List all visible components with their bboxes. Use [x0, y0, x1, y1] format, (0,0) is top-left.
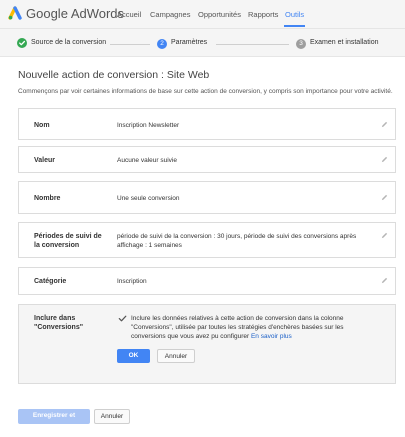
field-label-periodes-line2: la conversion — [34, 242, 80, 249]
step-3-circle: 3 — [296, 39, 306, 49]
field-label-nom: Nom — [34, 122, 50, 129]
nav-accueil[interactable]: Accueil — [117, 10, 141, 19]
nav-campagnes[interactable]: Campagnes — [150, 10, 190, 19]
field-value-valeur: Aucune valeur suivie — [117, 157, 177, 164]
field-row-categorie[interactable] — [18, 267, 396, 295]
pencil-icon[interactable] — [381, 232, 388, 239]
field-value-nom: Inscription Newsletter — [117, 122, 180, 129]
field-row-nom[interactable] — [18, 108, 396, 140]
panel-cancel-button[interactable]: Annuler — [157, 349, 195, 363]
include-checkbox[interactable] — [118, 314, 127, 323]
step-connector — [110, 44, 150, 45]
nav-rapports[interactable]: Rapports — [248, 10, 278, 19]
active-tab-indicator — [284, 25, 305, 27]
field-value-periodes: période de suivi de la conversion : 30 j… — [117, 233, 357, 249]
field-label-nombre: Nombre — [34, 195, 61, 202]
field-row-nombre[interactable] — [18, 181, 396, 214]
include-description: Inclure les données relatives à cette ac… — [131, 315, 344, 340]
step-1-label: Source de la conversion — [31, 39, 107, 46]
page-intro: Commençons par voir certaines informatio… — [18, 88, 393, 95]
pencil-icon[interactable] — [381, 121, 388, 128]
step-connector — [216, 44, 289, 45]
field-row-valeur[interactable] — [18, 146, 396, 173]
step-3-label: Examen et installation — [310, 39, 379, 46]
step-2-circle: 2 — [157, 39, 167, 49]
nav-opportunites[interactable]: Opportunités — [198, 10, 241, 19]
pencil-icon[interactable] — [381, 194, 388, 201]
check-circle-icon — [17, 38, 27, 48]
pencil-icon[interactable] — [381, 156, 388, 163]
ok-button[interactable]: OK — [117, 349, 150, 363]
field-label-periodes-line1: Périodes de suivi de — [34, 233, 102, 240]
learn-more-link[interactable]: En savoir plus — [251, 333, 292, 340]
include-label-line2: "Conversions" — [34, 324, 84, 331]
field-value-nombre: Une seule conversion — [117, 195, 180, 202]
footer-cancel-button[interactable]: Annuler — [94, 409, 130, 424]
page-title: Nouvelle action de conversion : Site Web — [18, 69, 210, 81]
nav-outils[interactable]: Outils — [285, 10, 304, 19]
pencil-icon[interactable] — [381, 277, 388, 284]
field-value-categorie: Inscription — [117, 278, 147, 285]
adwords-logo-icon — [8, 6, 22, 20]
step-2-label: Paramètres — [171, 39, 208, 46]
field-label-valeur: Valeur — [34, 157, 56, 164]
save-and-continue-button[interactable]: Enregistrer et continuer — [18, 409, 90, 433]
field-label-categorie: Catégorie — [34, 278, 67, 285]
product-name: Google AdWords — [26, 6, 125, 21]
include-label-line1: Inclure dans — [34, 315, 76, 322]
